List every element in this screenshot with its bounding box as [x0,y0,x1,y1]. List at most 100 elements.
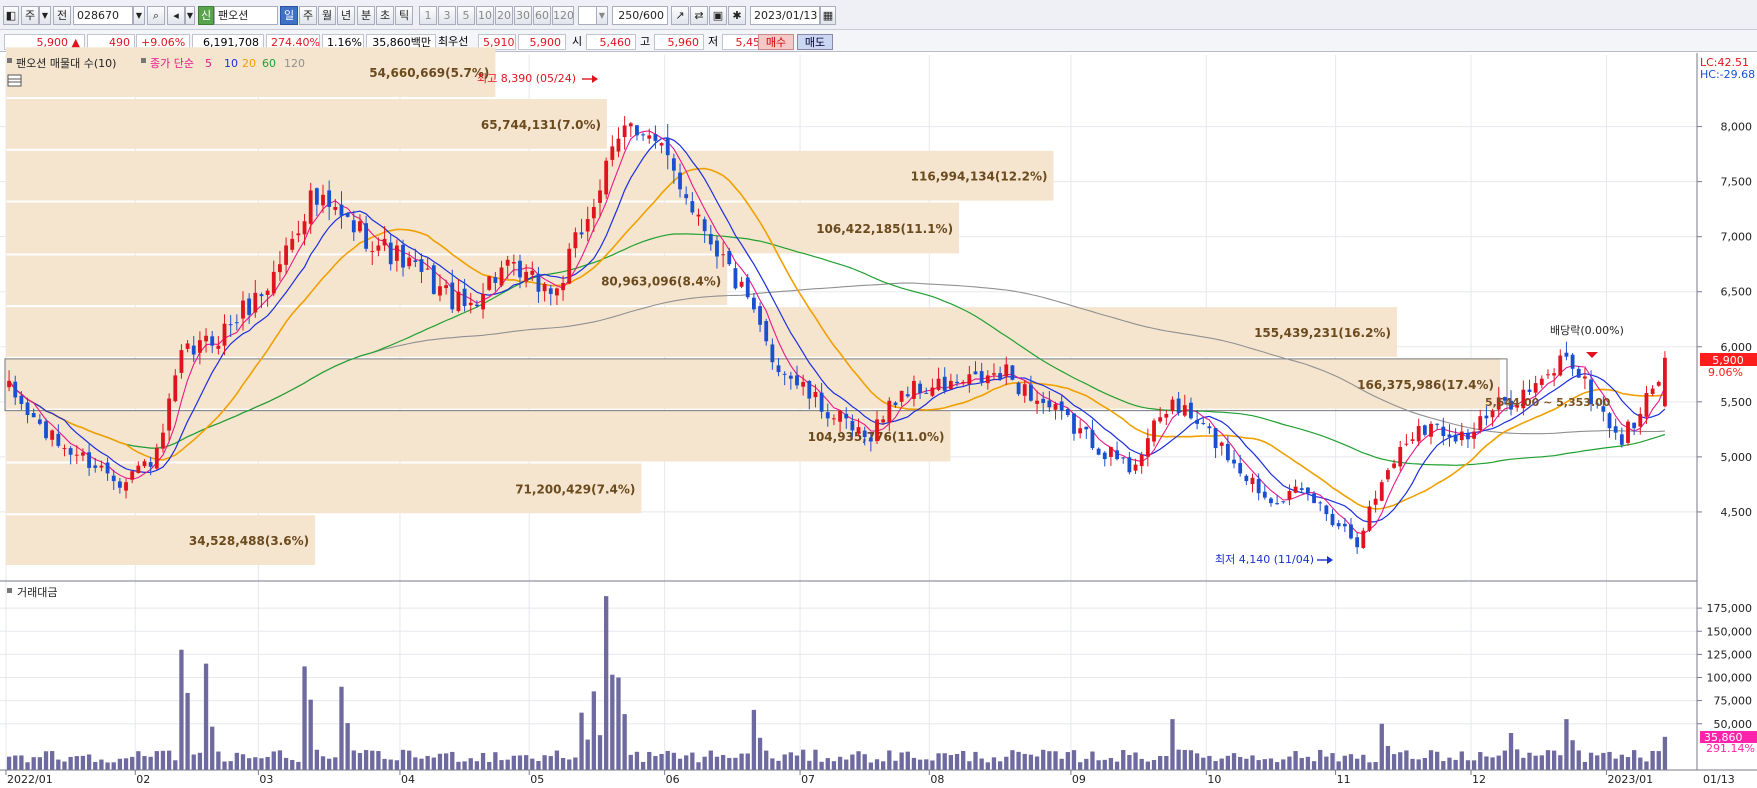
volume-bar [265,756,270,770]
volume-bar [1071,750,1077,770]
volume-tick-label: 125,000 [1707,648,1753,661]
volume-bar [1465,760,1471,770]
candle-body [1626,421,1630,443]
candle-body [1472,431,1477,439]
volume-bar [1010,750,1015,770]
volume-bar [831,761,837,770]
candle-body [942,376,947,391]
volume-bar [1490,757,1495,770]
volume-bar [154,751,159,770]
candle-body [1109,446,1113,457]
volume-bar [1053,751,1058,770]
volume-bar [862,754,867,770]
candle-body [1059,401,1064,411]
month-label: 10 [1207,773,1221,786]
volume-bar [487,761,492,770]
volume-bar [1207,755,1212,770]
candle-body [1158,417,1163,422]
volume-bar [1274,762,1280,770]
volume-bar [733,757,738,770]
candle-body [801,382,806,387]
volume-bar [1453,759,1458,770]
candle-body [893,402,898,406]
volume-bar [1238,756,1243,770]
volume-bar [1644,761,1649,770]
candle-body [1336,523,1341,527]
candle-body [191,345,196,355]
volume-bar [1631,750,1637,770]
candle-body [462,288,467,307]
candle-body [579,232,584,235]
candle-body [1435,423,1440,425]
candle-body [93,465,98,468]
candle-body [567,248,572,284]
candle-body [210,336,215,346]
candle-body [641,134,646,136]
candle-body [1299,488,1304,490]
candle-body [7,380,11,388]
candle-body [850,421,855,431]
volume-bar [462,761,467,770]
volume-bar [1502,750,1508,770]
candle-body [1355,537,1360,548]
candle-body [247,298,252,315]
volume-bar [985,762,990,770]
candle-body [259,294,264,297]
candle-body [585,219,590,232]
month-label: 05 [530,773,544,786]
candle-body [444,285,449,289]
volume-bar [1348,754,1354,770]
volume-bar [474,761,480,770]
volume-bar [1213,761,1218,770]
price-tick-label: 6,500 [1721,286,1753,299]
volume-profile-label: 166,375,986(17.4%) [1357,378,1494,392]
candle-body [364,223,369,249]
volume-bar [647,751,652,770]
price-tick-label: 5,000 [1721,451,1753,464]
candle-body [511,261,516,264]
ma5-legend: 5 [205,57,212,70]
candle-body [530,270,535,275]
volume-bar [523,755,529,770]
candle-body [185,343,190,349]
volume-bar [610,674,615,770]
candle-body [154,448,159,469]
volume-bar [400,749,406,770]
candle-body [499,267,504,286]
volume-bar [327,758,332,770]
candle-body [1349,524,1353,539]
volume-bar [1361,754,1366,770]
volume-bar [86,754,92,770]
candle-body [111,475,116,482]
candle-body [253,292,258,313]
volume-bar [1311,761,1317,770]
candle-body [302,221,307,235]
candle-body [161,432,165,449]
volume-bar [874,759,880,770]
candle-body [690,201,695,213]
candle-body [1213,428,1218,449]
candle-body [733,268,738,289]
month-label: 09 [1072,773,1086,786]
volume-bar [6,756,12,770]
candle-body [1416,426,1421,442]
volume-bar [997,761,1003,770]
candle-body [1047,400,1052,408]
candle-body [1478,416,1483,431]
candle-body [1453,434,1458,442]
volume-bar [1293,751,1298,770]
candle-body [955,381,959,384]
candle-body [204,335,208,342]
candle-body [1546,374,1550,376]
volume-bar [370,750,375,770]
candle-body [130,471,135,480]
volume-bar [1281,759,1286,770]
volume-bar [1422,758,1428,770]
volume-bar [493,752,498,770]
candle-body [1367,506,1372,531]
candle-body [1121,457,1126,459]
volume-bar [1478,752,1483,770]
candle-body [591,206,596,219]
volume-bar [468,758,473,770]
volume-bar [1533,755,1538,770]
